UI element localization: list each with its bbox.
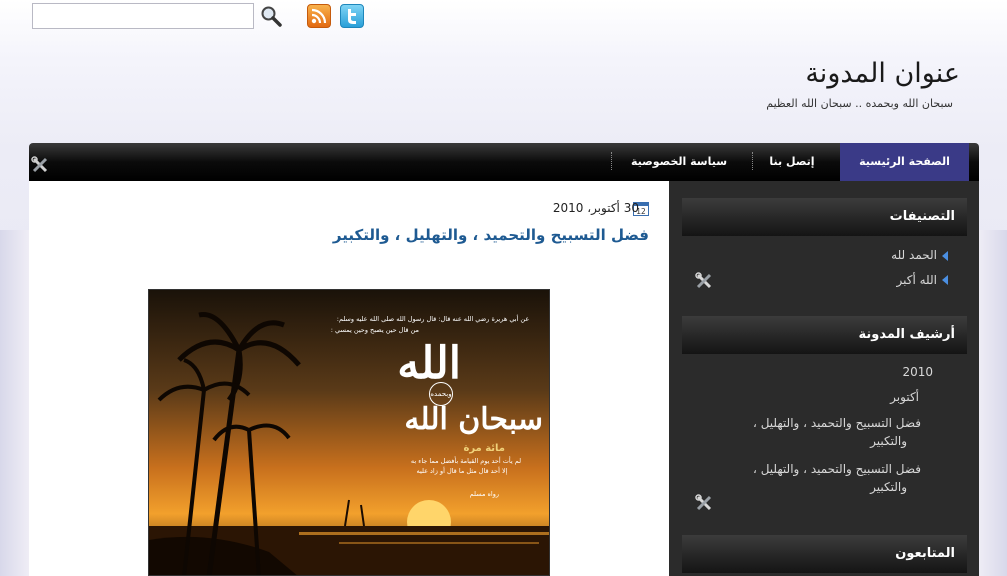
followers-heading: المتابعون	[682, 535, 967, 573]
bullet-icon	[942, 275, 948, 285]
archive-post-link[interactable]: فضل التسبيح والتحميد ، والتهليل ،	[753, 462, 921, 476]
archive-post-link-cont[interactable]: والتكبير	[870, 480, 907, 494]
poster-allah: الله	[397, 338, 463, 389]
poster-line-1: لم يأت أحد يوم القيامة بأفضل مما جاء به	[410, 457, 522, 465]
left-decoration	[0, 230, 30, 576]
poster-hadith-2: من قال حين يصبح وحين يمسي :	[330, 326, 419, 334]
blog-description: سبحان الله وبحمده .. سبحان الله العظيم	[766, 97, 953, 110]
poster-hadith: عن أبي هريرة رضي الله عنه قال: قال رسول …	[336, 315, 530, 323]
tools-icon[interactable]	[695, 494, 713, 512]
poster-count: مائة مرة	[463, 443, 505, 454]
poster-subhanallah: سبحان الله	[404, 402, 543, 437]
poster-source: رواه مسلم	[469, 490, 499, 498]
tools-icon[interactable]	[695, 272, 713, 290]
archive-month[interactable]: أكتوبر	[890, 390, 919, 404]
twitter-icon[interactable]	[340, 4, 364, 28]
rss-icon[interactable]	[307, 4, 331, 28]
main-nav	[29, 143, 979, 181]
post-image: عن أبي هريرة رضي الله عنه قال: قال رسول …	[148, 289, 550, 576]
blog-title[interactable]: عنوان المدونة	[805, 58, 960, 89]
search-icon[interactable]	[259, 4, 283, 28]
category-link[interactable]: الحمد لله	[891, 248, 937, 262]
post-title[interactable]: فضل التسبيح والتحميد ، والتهليل ، والتكب…	[333, 226, 649, 244]
post-date: 30 أكتوبر، 2010	[552, 201, 639, 215]
tools-icon[interactable]	[31, 156, 49, 174]
nav-item-contact[interactable]: إتصل بنا	[753, 143, 831, 181]
archive-year[interactable]: 2010	[902, 365, 933, 379]
archive-heading: أرشيف المدونة	[682, 316, 967, 354]
archive-post-link-cont[interactable]: والتكبير	[870, 434, 907, 448]
bullet-icon	[942, 251, 948, 261]
right-decoration	[977, 230, 1007, 576]
nav-item-privacy[interactable]: سياسة الخصوصية	[612, 143, 746, 181]
nav-item-home[interactable]: الصفحة الرئيسية	[840, 143, 969, 181]
search-input[interactable]	[32, 3, 254, 29]
poster-line-2: إلا أحد قال مثل ما قال أو زاد عليه	[416, 467, 508, 475]
categories-heading: التصنيفات	[682, 198, 967, 236]
archive-post-link[interactable]: فضل التسبيح والتحميد ، والتهليل ،	[753, 416, 921, 430]
category-link[interactable]: الله أكبر	[897, 273, 938, 287]
